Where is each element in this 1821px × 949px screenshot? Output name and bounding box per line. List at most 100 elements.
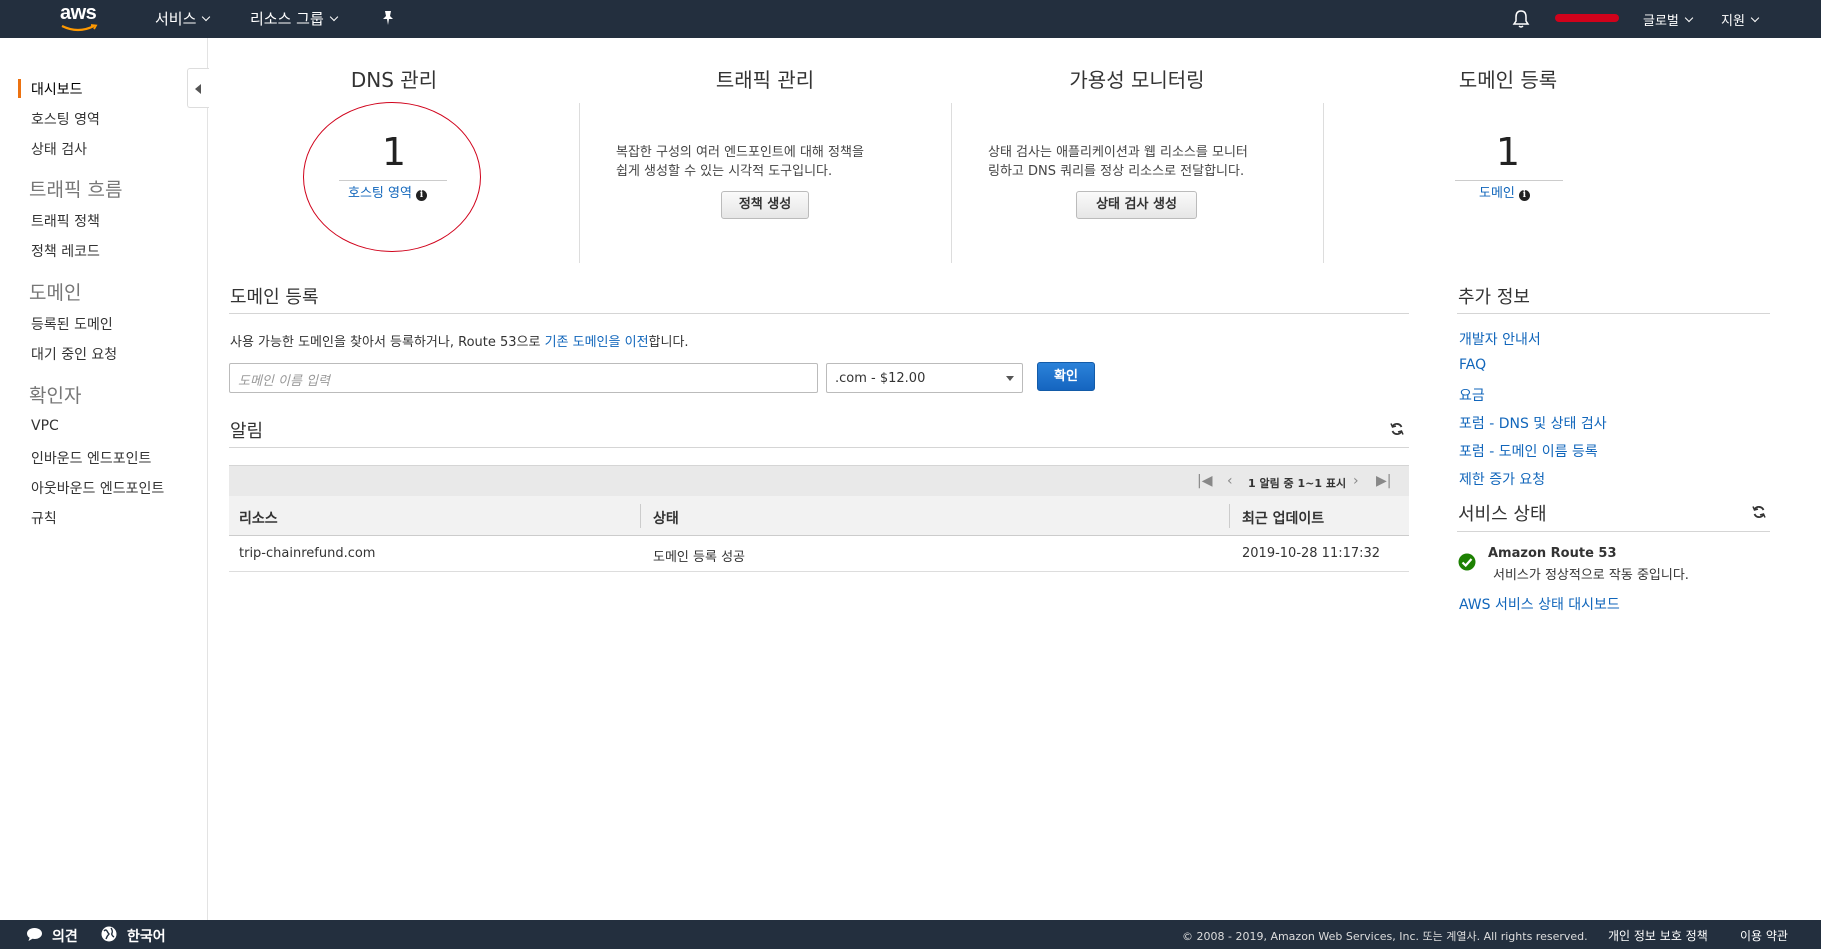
active-indicator	[18, 79, 21, 98]
forum-dns-link[interactable]: 포럼 - DNS 및 상태 검사	[1459, 413, 1607, 433]
services-menu-label: 서비스	[155, 10, 197, 28]
column-separator	[640, 504, 641, 528]
domain-registration-title: 도메인 등록	[1458, 68, 1558, 92]
speech-bubble-icon	[27, 928, 42, 941]
copyright-text: © 2008 - 2019, Amazon Web Services, Inc.…	[1182, 930, 1588, 943]
refresh-icon[interactable]	[1390, 422, 1404, 436]
tld-select-value: .com - $12.00	[835, 371, 926, 386]
traffic-description: 복잡한 구성의 여러 엔드포인트에 대해 정책을 쉽게 생성할 수 있는 시각적…	[616, 143, 864, 181]
column-divider	[951, 103, 952, 263]
sidebar-item-dashboard[interactable]: 대시보드	[31, 79, 83, 99]
language-selector[interactable]: 한국어	[127, 926, 166, 946]
divider	[339, 180, 447, 181]
column-header-status[interactable]: 상태	[653, 508, 679, 528]
support-label: 지원	[1721, 14, 1745, 29]
sidebar-heading-traffic-flow: 트래픽 흐름	[29, 179, 123, 201]
pagination-bar: |◀ ‹ 1 알림 중 1~1 표시 › ▶|	[229, 465, 1409, 496]
info-icon[interactable]: i	[1518, 190, 1530, 201]
sidebar-item-outbound-endpoints[interactable]: 아웃바운드 엔드포인트	[31, 478, 164, 498]
domain-name-input[interactable]: 도메인 이름 입력	[229, 363, 818, 393]
service-status-message: 서비스가 정상적으로 작동 중입니다.	[1493, 568, 1689, 583]
refresh-icon[interactable]	[1752, 505, 1766, 519]
chevron-down-icon	[1684, 13, 1694, 23]
sidebar-item-rules[interactable]: 규칙	[31, 508, 57, 528]
pagination-text: 1 알림 중 1~1 표시	[1248, 477, 1347, 490]
sidebar: 대시보드 호스팅 영역 상태 검사 트래픽 흐름 트래픽 정책 정책 레코드 도…	[0, 38, 208, 920]
sidebar-item-inbound-endpoints[interactable]: 인바운드 엔드포인트	[31, 448, 151, 468]
info-icon[interactable]: i	[415, 190, 427, 201]
domains-link[interactable]: 도메인	[1479, 186, 1515, 201]
divider	[229, 313, 1409, 314]
sidebar-item-policy-records[interactable]: 정책 레코드	[31, 241, 100, 261]
divider	[1457, 313, 1770, 314]
sidebar-item-hosted-zones[interactable]: 호스팅 영역	[31, 109, 100, 129]
cell-updated: 2019-10-28 11:17:32	[1242, 546, 1381, 561]
previous-page-icon[interactable]: ‹	[1227, 474, 1233, 488]
region-menu[interactable]: 글로벌	[1643, 10, 1694, 29]
aws-logo-text: aws	[60, 2, 97, 24]
chevron-down-icon	[1750, 13, 1760, 23]
availability-monitoring-title: 가용성 모니터링	[1069, 68, 1205, 92]
chevron-down-icon	[329, 12, 339, 22]
account-name-redacted[interactable]	[1555, 14, 1619, 22]
register-description: 사용 가능한 도메인을 찾아서 등록하거나, Route 53으로 기존 도메인…	[230, 331, 689, 350]
hosted-zones-link-wrap: 호스팅 영역 i	[348, 182, 427, 201]
cell-status: 도메인 등록 성공	[653, 550, 745, 565]
register-domain-title: 도메인 등록	[230, 287, 319, 308]
sidebar-item-pending-requests[interactable]: 대기 중인 요청	[31, 344, 117, 364]
collapse-arrow-icon	[195, 84, 201, 94]
traffic-management-title: 트래픽 관리	[715, 68, 815, 92]
availability-description-line: 링하고 DNS 쿼리를 정상 리소스로 전달합니다.	[988, 164, 1245, 179]
hosted-zones-link[interactable]: 호스팅 영역	[348, 186, 412, 201]
create-policy-button[interactable]: 정책 생성	[721, 191, 809, 219]
feedback-button[interactable]: 의견	[52, 926, 78, 946]
column-header-last-updated[interactable]: 최근 업데이트	[1242, 508, 1324, 528]
bell-icon[interactable]	[1512, 9, 1530, 29]
sidebar-item-traffic-policies[interactable]: 트래픽 정책	[31, 211, 100, 231]
chevron-down-icon	[202, 12, 211, 22]
forum-domain-link[interactable]: 포럼 - 도메인 이름 등록	[1459, 441, 1598, 461]
resource-groups-menu[interactable]: 리소스 그룹	[250, 8, 339, 29]
divider	[229, 447, 1409, 448]
tld-select[interactable]: .com - $12.00	[826, 363, 1023, 393]
limit-increase-link[interactable]: 제한 증가 요청	[1459, 469, 1545, 489]
transfer-domain-link[interactable]: 기존 도메인을 이전	[545, 335, 649, 350]
privacy-policy-link[interactable]: 개인 정보 보호 정책	[1608, 927, 1708, 944]
sidebar-item-vpcs[interactable]: VPC	[31, 418, 59, 434]
dns-management-title: DNS 관리	[350, 68, 438, 92]
terms-of-use-link[interactable]: 이용 약관	[1740, 927, 1788, 944]
next-page-icon[interactable]: ›	[1353, 474, 1359, 488]
column-separator	[1229, 504, 1230, 528]
top-navigation-bar: aws 서비스 리소스 그룹 글로벌 지원	[0, 0, 1821, 38]
dropdown-arrow-icon	[1006, 376, 1014, 381]
register-text: 사용 가능한 도메인을 찾아서 등록하거나, Route 53으로	[230, 335, 545, 350]
developer-guide-link[interactable]: 개발자 안내서	[1459, 329, 1541, 349]
last-page-icon[interactable]: ▶|	[1376, 474, 1391, 488]
service-status-title: 서비스 상태	[1458, 504, 1547, 525]
sidebar-collapse-button[interactable]	[187, 68, 209, 108]
column-divider	[1323, 103, 1324, 263]
hosted-zone-count: 1	[381, 130, 407, 174]
support-menu[interactable]: 지원	[1721, 10, 1760, 29]
service-health-dashboard-link[interactable]: AWS 서비스 상태 대시보드	[1459, 594, 1620, 614]
services-menu[interactable]: 서비스	[155, 8, 211, 29]
confirm-button[interactable]: 확인	[1037, 362, 1095, 391]
sidebar-item-health-checks[interactable]: 상태 검사	[31, 139, 87, 159]
cell-resource: trip-chainrefund.com	[239, 546, 376, 561]
sidebar-heading-resolver: 확인자	[29, 385, 82, 407]
table-row[interactable]: trip-chainrefund.com 도메인 등록 성공 2019-10-2…	[229, 536, 1409, 572]
pin-icon[interactable]	[380, 10, 396, 26]
region-label: 글로벌	[1643, 14, 1679, 29]
pricing-link[interactable]: 요금	[1459, 385, 1485, 405]
faq-link[interactable]: FAQ	[1459, 357, 1486, 373]
column-header-resource[interactable]: 리소스	[239, 508, 278, 528]
alerts-title: 알림	[230, 421, 264, 442]
register-text-end: 합니다.	[648, 335, 689, 350]
create-health-check-button[interactable]: 상태 검사 생성	[1076, 191, 1197, 219]
sidebar-heading-domains: 도메인	[29, 282, 82, 304]
first-page-icon[interactable]: |◀	[1197, 474, 1212, 488]
traffic-description-line: 복잡한 구성의 여러 엔드포인트에 대해 정책을	[616, 145, 864, 160]
globe-icon	[101, 926, 117, 942]
sidebar-item-registered-domains[interactable]: 등록된 도메인	[31, 314, 113, 334]
aws-logo[interactable]: aws	[60, 2, 102, 34]
